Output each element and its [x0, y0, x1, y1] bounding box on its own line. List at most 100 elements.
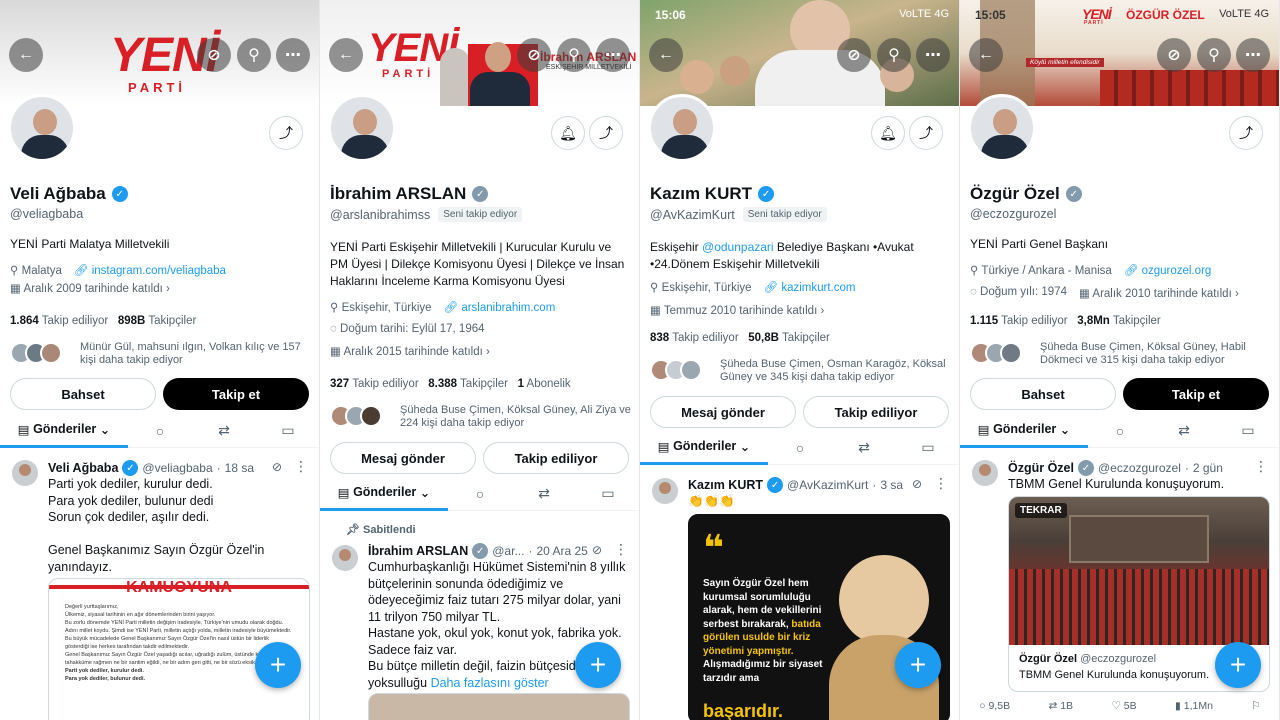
followed-by-avatars[interactable] [330, 405, 382, 427]
post-more-icon[interactable]: ⋮ [294, 458, 308, 475]
followed-by-text[interactable]: Şüheda Buse Çimen, Köksal Güney, Ali Ziy… [400, 404, 635, 430]
share-button[interactable]: ⤴ [909, 116, 943, 150]
profile-link[interactable]: 🔗︎ arslanibrahim.com [444, 300, 556, 314]
post-avatar[interactable] [972, 460, 998, 486]
more-button[interactable]: ⋯ [276, 38, 310, 72]
avatar[interactable] [8, 94, 76, 162]
followed-by-text[interactable]: Şüheda Buse Çimen, Osman Karagöz, Köksal… [720, 358, 955, 384]
tab-highlights[interactable]: ⇄ [192, 422, 256, 439]
post-image[interactable] [368, 693, 630, 720]
following-count[interactable]: 327 [330, 378, 349, 390]
following-button[interactable]: Takip ediliyor [483, 442, 629, 474]
tab-highlights[interactable]: ⇄ [1152, 422, 1216, 439]
message-button[interactable]: Mesaj gönder [330, 442, 476, 474]
more-button[interactable]: ⋯ [1236, 38, 1270, 72]
tab-media[interactable]: ▭ [896, 439, 959, 456]
post-more-icon[interactable]: ⋮ [934, 475, 948, 492]
grok-icon[interactable]: ⊘ [912, 477, 922, 491]
follow-button[interactable]: Takip et [163, 378, 309, 410]
following-button[interactable]: Takip ediliyor [803, 396, 949, 428]
share-button[interactable]: ⤴ [269, 116, 303, 150]
share-button[interactable]: ⤴ [1229, 116, 1263, 150]
joined-date[interactable]: ▦ Temmuz 2010 tarihinde katıldı › [650, 303, 955, 317]
post-avatar[interactable] [652, 478, 678, 504]
compose-button[interactable]: + [895, 642, 941, 688]
joined-date[interactable]: ▦ Aralık 2010 tarihinde katıldı › [1079, 286, 1239, 300]
back-button[interactable]: ← [329, 38, 363, 72]
more-button[interactable]: ⋯ [916, 38, 950, 72]
post-avatar[interactable] [12, 460, 38, 486]
followed-by-text[interactable]: Münür Gül, mahsuni ılgın, Volkan kılıç v… [80, 341, 315, 367]
compose-button[interactable]: + [255, 642, 301, 688]
subscribers-count[interactable]: 1 [518, 378, 524, 390]
bio-mention-link[interactable]: @odunpazari [702, 240, 774, 254]
tab-replies[interactable]: ○ [128, 423, 192, 439]
tab-media[interactable]: ▭ [1216, 422, 1279, 439]
follow-button[interactable]: Takip et [1123, 378, 1269, 410]
tab-media[interactable]: ▭ [576, 485, 639, 502]
notification-button[interactable]: 🔔︎ [551, 116, 585, 150]
tab-replies[interactable]: ○ [448, 486, 512, 502]
tab-media[interactable]: ▭ [256, 422, 319, 439]
followers-count[interactable]: 898B [118, 315, 146, 327]
profile-link[interactable]: 🔗︎ kazimkurt.com [764, 280, 856, 294]
joined-date[interactable]: ▦ Aralık 2009 tarihinde katıldı › [10, 281, 170, 295]
followers-count[interactable]: 3,8Mn [1077, 315, 1110, 327]
compose-button[interactable]: + [1215, 642, 1261, 688]
back-button[interactable]: ← [969, 38, 1003, 72]
profile-link[interactable]: 🔗︎ ozgurozel.org [1124, 263, 1211, 277]
avatar[interactable] [968, 94, 1036, 162]
share-button[interactable]: ⤴ [589, 116, 623, 150]
search-button[interactable]: ⚲ [1197, 38, 1231, 72]
grok-button[interactable]: ⊘ [837, 38, 871, 72]
post-more-icon[interactable]: ⋮ [1254, 458, 1268, 475]
followed-by-text[interactable]: Şüheda Buse Çimen, Köksal Güney, Habil D… [1040, 341, 1275, 367]
followers-count[interactable]: 50,8B [748, 332, 779, 344]
grok-icon[interactable]: ⊘ [592, 543, 602, 557]
like-action[interactable]: ♡ 5B [1111, 700, 1136, 712]
avatar[interactable] [648, 94, 716, 162]
show-more-link[interactable]: Daha fazlasını göster [431, 676, 549, 690]
tab-highlights[interactable]: ⇄ [832, 439, 896, 456]
followed-by-avatars[interactable] [970, 342, 1022, 364]
following-count[interactable]: 1.864 [10, 315, 39, 327]
following-count[interactable]: 838 [650, 332, 669, 344]
tab-highlights[interactable]: ⇄ [512, 485, 576, 502]
tab-posts[interactable]: ▤ Gönderiler ⌄ [960, 414, 1088, 448]
more-button[interactable]: ⋯ [596, 38, 630, 72]
tab-replies[interactable]: ○ [1088, 423, 1152, 439]
reply-action[interactable]: ○ 9,5B [979, 700, 1010, 712]
bookmark-action[interactable]: ⚐ [1251, 700, 1260, 712]
tab-posts[interactable]: ▤ Gönderiler ⌄ [0, 414, 128, 448]
search-button[interactable]: ⚲ [237, 38, 271, 72]
mention-button[interactable]: Bahset [970, 378, 1116, 410]
grok-button[interactable]: ⊘ [1157, 38, 1191, 72]
following-count[interactable]: 1.115 [970, 315, 998, 327]
post-item[interactable]: 📌︎ Sabitlendi İbrahim ARSLAN ✓ @ar... · 20 A… [320, 515, 639, 720]
followed-by-avatars[interactable] [650, 359, 702, 381]
profile-link[interactable]: 🔗︎ instagram.com/veliagbaba [74, 263, 226, 277]
repost-action[interactable]: ⇄ 1B [1048, 700, 1073, 712]
post-avatar[interactable] [332, 545, 358, 571]
followers-count[interactable]: 8.388 [428, 378, 457, 390]
message-button[interactable]: Mesaj gönder [650, 396, 796, 428]
joined-date[interactable]: ▦ Aralık 2015 tarihinde katıldı › [330, 344, 490, 358]
search-button[interactable]: ⚲ [557, 38, 591, 72]
tab-posts[interactable]: ▤ Gönderiler ⌄ [320, 477, 448, 511]
back-button[interactable]: ← [649, 38, 683, 72]
tab-posts[interactable]: ▤ Gönderiler ⌄ [640, 431, 768, 465]
post-image[interactable]: ❝ Sayın Özgür Özel hem kurumsal sorumlul… [688, 514, 950, 720]
post-more-icon[interactable]: ⋮ [614, 541, 628, 558]
notification-button[interactable]: 🔔︎ [871, 116, 905, 150]
search-button[interactable]: ⚲ [877, 38, 911, 72]
grok-icon[interactable]: ⊘ [272, 460, 282, 474]
grok-button[interactable]: ⊘ [517, 38, 551, 72]
grok-button[interactable]: ⊘ [197, 38, 231, 72]
compose-button[interactable]: + [575, 642, 621, 688]
avatar[interactable] [328, 94, 396, 162]
views-action[interactable]: ▮ 1,1Mn [1175, 700, 1213, 712]
mention-button[interactable]: Bahset [10, 378, 156, 410]
followed-by-avatars[interactable] [10, 342, 62, 364]
video-thumbnail[interactable]: TEKRAR [1009, 497, 1269, 645]
back-button[interactable]: ← [9, 38, 43, 72]
